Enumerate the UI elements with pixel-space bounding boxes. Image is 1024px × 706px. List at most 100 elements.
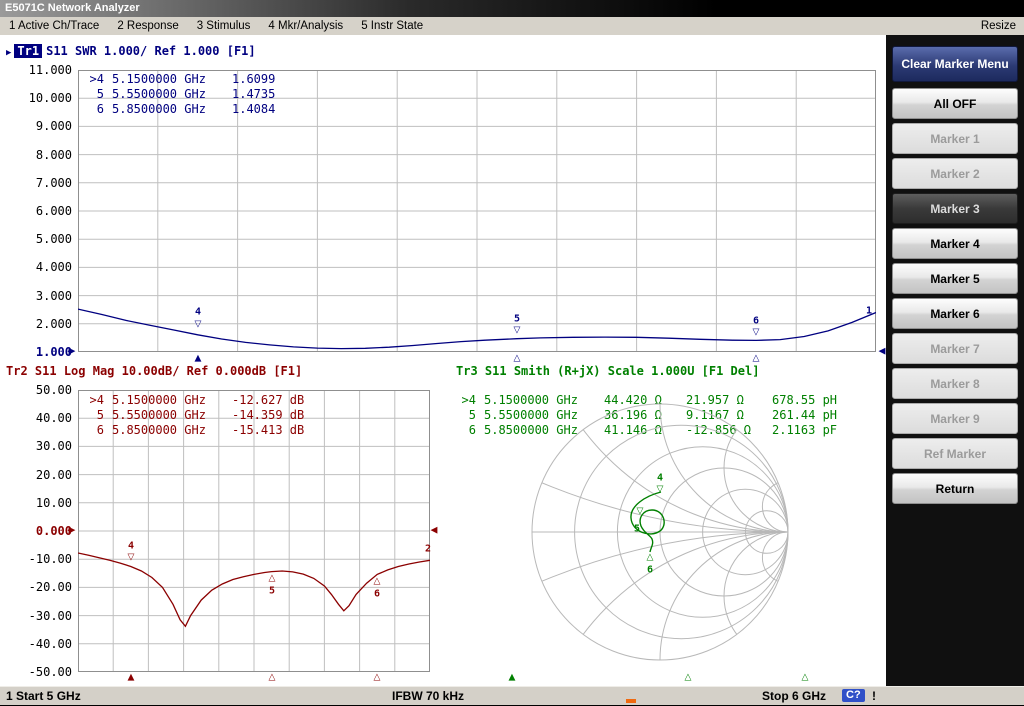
tr1-format-label: S11 SWR 1.000/ Ref 1.000 [F1] <box>46 44 256 58</box>
axis-tick-label: -40.00 <box>29 637 72 651</box>
tr3-marker5-number: 5 <box>634 524 640 535</box>
tr1-marker5-number: 5 <box>514 314 520 325</box>
tr3-marker5-triangle-icon: ▽ <box>637 508 644 517</box>
tr1-marker-row: 55.5500000 GHz1.4735 <box>84 87 275 101</box>
tr2-stimulus-marker5-icon: △ <box>269 674 276 683</box>
tr2-marker5-triangle-icon: △ <box>269 575 276 584</box>
tr1-ref-level-left-icon: ▶ <box>69 348 76 357</box>
tr2-marker4-number: 4 <box>128 541 134 552</box>
menu-active-ch-trace[interactable]: 1 Active Ch/Trace <box>0 20 108 32</box>
status-bar: 1 Start 5 GHz IFBW 70 kHz Stop 6 GHz C? … <box>0 686 1024 705</box>
axis-tick-label: -20.00 <box>29 580 72 594</box>
tr1-marker5-triangle-icon: ▽ <box>514 327 521 336</box>
tr1-marker4-number: 4 <box>195 307 201 318</box>
tr3-marker6-number: 6 <box>647 565 653 576</box>
tr1-stimulus-marker5-icon: △ <box>514 355 521 364</box>
tr3-stimulus-marker4-icon: ▲ <box>509 674 516 683</box>
axis-tick-label: 9.000 <box>36 119 72 133</box>
axis-tick-label: -50.00 <box>29 665 72 679</box>
indicator-light <box>626 699 636 703</box>
smith-chart-svg[interactable] <box>436 378 886 678</box>
tr2-marker4-triangle-icon: ▽ <box>128 554 135 563</box>
status-start-frequency: 1 Start 5 GHz <box>6 687 81 705</box>
tr2-trace-number: 2 <box>425 544 431 555</box>
status-alert: ! <box>872 687 876 705</box>
softkey-marker-5[interactable]: Marker 5 <box>892 263 1018 294</box>
tr3-marker4-number: 4 <box>657 473 663 484</box>
tr2-marker-row: 55.5500000 GHz-14.359 dB <box>84 408 304 422</box>
tr2-marker5-number: 5 <box>269 586 275 597</box>
axis-tick-label: 40.00 <box>36 411 72 425</box>
menu-bar: 1 Active Ch/Trace 2 Response 3 Stimulus … <box>0 17 1024 36</box>
instrument-screen: E5071C Network Analyzer 1 Active Ch/Trac… <box>0 0 1024 706</box>
axis-tick-label: -30.00 <box>29 609 72 623</box>
tr2-marker-row: >45.1500000 GHz-12.627 dB <box>84 393 304 407</box>
tr2-ref-level-right-icon: ◀ <box>431 527 438 536</box>
tr1-active-arrow-icon: ▶ <box>6 48 11 58</box>
axis-tick-label: 11.000 <box>29 63 72 77</box>
axis-tick-label: 6.000 <box>36 204 72 218</box>
axis-tick-label: 2.000 <box>36 317 72 331</box>
axis-tick-label: 1.000 <box>36 345 72 359</box>
softkey-marker-4[interactable]: Marker 4 <box>892 228 1018 259</box>
tr1-marker-row: >45.1500000 GHz1.6099 <box>84 72 275 86</box>
axis-tick-label: 7.000 <box>36 176 72 190</box>
menu-mkr-analysis[interactable]: 4 Mkr/Analysis <box>259 20 352 32</box>
tr3-stimulus-marker5-icon: △ <box>685 674 692 683</box>
menu-resize-button[interactable]: Resize <box>973 20 1024 32</box>
tr3-stimulus-marker6-icon: △ <box>802 674 809 683</box>
tr1-stimulus-marker4-icon: ▲ <box>195 355 202 364</box>
softkey-marker-2[interactable]: Marker 2 <box>892 158 1018 189</box>
softkey-ref-marker[interactable]: Ref Marker <box>892 438 1018 469</box>
smith-grid <box>436 378 886 678</box>
tr1-marker6-triangle-icon: ▽ <box>753 329 760 338</box>
tr1-trace-number: 1 <box>866 306 872 317</box>
tr3-format-label: S11 Smith (R+jX) Scale 1.000U [F1 Del] <box>485 364 760 378</box>
tr3-marker6-triangle-icon: △ <box>647 554 654 563</box>
tr1-marker4-triangle-icon: ▽ <box>195 321 202 330</box>
axis-tick-label: 0.000 <box>36 524 72 538</box>
tr2-marker-row: 65.8500000 GHz-15.413 dB <box>84 423 304 437</box>
tr3-marker4-triangle-icon: ▽ <box>657 486 664 495</box>
status-stop-frequency: Stop 6 GHz <box>762 687 826 705</box>
menu-stimulus[interactable]: 3 Stimulus <box>188 20 260 32</box>
menu-response[interactable]: 2 Response <box>108 20 187 32</box>
tr2-ref-level-left-icon: ▶ <box>69 527 76 536</box>
softkey-all-off[interactable]: All OFF <box>892 88 1018 119</box>
tr2-marker6-number: 6 <box>374 589 380 600</box>
tr3-trace <box>631 492 664 552</box>
axis-tick-label: 8.000 <box>36 148 72 162</box>
axis-tick-label: 30.00 <box>36 439 72 453</box>
axis-tick-label: -10.00 <box>29 552 72 566</box>
status-ifbw: IFBW 70 kHz <box>392 687 464 705</box>
tr2-marker6-triangle-icon: △ <box>374 578 381 587</box>
status-correction-badge: C? <box>842 689 865 702</box>
softkey-marker-8[interactable]: Marker 8 <box>892 368 1018 399</box>
window-title: E5071C Network Analyzer <box>5 2 140 14</box>
tr2-header: Tr2 S11 Log Mag 10.00dB/ Ref 0.000dB [F1… <box>6 364 302 378</box>
tr1-ref-level-right-icon: ◀ <box>879 348 886 357</box>
tr1-name-chip[interactable]: Tr1 <box>14 44 42 58</box>
softkey-marker-9[interactable]: Marker 9 <box>892 403 1018 434</box>
axis-tick-label: 4.000 <box>36 260 72 274</box>
tr2-format-label: S11 Log Mag 10.00dB/ Ref 0.000dB [F1] <box>35 364 302 378</box>
axis-tick-label: 10.000 <box>29 91 72 105</box>
softkey-menu-title: Clear Marker Menu <box>892 46 1018 82</box>
softkey-return[interactable]: Return <box>892 473 1018 504</box>
tr1-marker6-number: 6 <box>753 316 759 327</box>
axis-tick-label: 10.00 <box>36 496 72 510</box>
tr2-stimulus-marker4-icon: ▲ <box>128 674 135 683</box>
axis-tick-label: 50.00 <box>36 383 72 397</box>
softkey-marker-3[interactable]: Marker 3 <box>892 193 1018 224</box>
softkey-marker-7[interactable]: Marker 7 <box>892 333 1018 364</box>
tr1-marker-row: 65.8500000 GHz1.4084 <box>84 102 275 116</box>
menu-instr-state[interactable]: 5 Instr State <box>352 20 432 32</box>
axis-tick-label: 3.000 <box>36 289 72 303</box>
tr1-stimulus-marker6-icon: △ <box>753 355 760 364</box>
title-bar: E5071C Network Analyzer <box>0 0 1024 17</box>
tr1-header: ▶Tr1 S11 SWR 1.000/ Ref 1.000 [F1] <box>6 44 256 58</box>
softkey-marker-1[interactable]: Marker 1 <box>892 123 1018 154</box>
softkey-marker-6[interactable]: Marker 6 <box>892 298 1018 329</box>
axis-tick-label: 5.000 <box>36 232 72 246</box>
tr2-stimulus-marker6-icon: △ <box>374 674 381 683</box>
